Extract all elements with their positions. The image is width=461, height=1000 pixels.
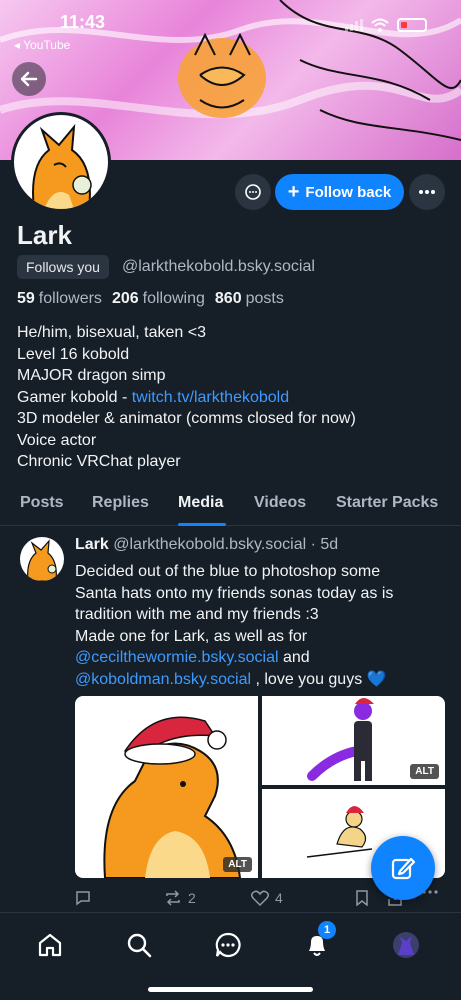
profile-bio: He/him, bisexual, taken <3 Level 16 kobo… <box>17 322 356 473</box>
post-image-main[interactable]: ALT <box>75 696 258 878</box>
active-tab-indicator <box>178 523 226 526</box>
post-text-line: Made one for Lark, as well as for <box>75 627 308 645</box>
repost-icon <box>166 890 180 906</box>
home-indicator <box>148 987 313 992</box>
post-image-top-right[interactable]: ALT <box>262 696 445 785</box>
arrow-left-icon <box>20 71 38 87</box>
like-button[interactable]: 4 <box>251 890 283 906</box>
profile-avatar[interactable] <box>11 112 111 212</box>
mention-link[interactable]: @cecilthewormie.bsky.social <box>75 649 279 666</box>
follow-back-button[interactable]: + Follow back <box>275 174 404 210</box>
following-stat[interactable]: 206 following <box>112 290 205 308</box>
profile-handle: @larkthekobold.bsky.social <box>122 258 315 275</box>
compose-icon <box>391 857 416 880</box>
alt-badge[interactable]: ALT <box>223 857 252 872</box>
bio-line: He/him, bisexual, taken <3 <box>17 324 206 341</box>
post-text-line: @koboldman.bsky.social , love you guys 💙 <box>75 670 387 688</box>
more-options-button[interactable] <box>409 174 445 210</box>
bio-line: Gamer kobold - twitch.tv/larkthekobold <box>17 388 290 406</box>
followers-stat[interactable]: 59 followers <box>17 290 102 308</box>
post-author-avatar[interactable] <box>20 537 64 581</box>
chat-bubble-icon <box>245 184 261 200</box>
back-button[interactable] <box>12 62 46 96</box>
post-text-line: Decided out of the blue to photoshop som… <box>75 563 381 580</box>
post-text-line: Santa hats onto my friends sonas today a… <box>75 584 394 602</box>
plus-icon: + <box>287 181 300 203</box>
bio-line: Chronic VRChat player <box>17 453 181 470</box>
nav-home[interactable] <box>34 929 66 961</box>
mention-link[interactable]: @koboldman.bsky.social <box>75 671 251 688</box>
repost-button[interactable]: 2 <box>164 890 196 906</box>
notification-count-badge: 1 <box>318 921 336 939</box>
nav-search[interactable] <box>123 929 155 961</box>
reply-icon <box>76 891 90 906</box>
tab-posts[interactable]: Posts <box>20 494 64 512</box>
ellipsis-icon <box>419 190 435 194</box>
post-text-line: @cecilthewormie.bsky.social and <box>75 649 310 666</box>
bio-line: Level 16 kobold <box>17 345 130 363</box>
bio-line: MAJOR dragon simp <box>17 367 166 384</box>
bookmark-button[interactable] <box>355 890 369 906</box>
alt-badge[interactable]: ALT <box>410 764 439 779</box>
repost-count: 2 <box>188 890 196 906</box>
follow-back-label: Follow back <box>305 183 392 201</box>
tab-starter-packs[interactable]: Starter Packs <box>336 494 438 512</box>
heart-icon <box>251 890 269 906</box>
tab-videos[interactable]: Videos <box>254 494 306 512</box>
message-button[interactable] <box>235 174 271 210</box>
battery-icon <box>397 18 427 32</box>
status-back-app[interactable]: ◂ YouTube <box>14 38 70 52</box>
reply-button[interactable] <box>75 890 91 906</box>
bio-line: Voice actor <box>17 431 97 449</box>
profile-stats: 59 followers 206 following 860 posts <box>17 290 284 308</box>
follows-you-badge: Follows you <box>17 255 109 279</box>
nav-profile[interactable] <box>390 929 422 961</box>
profile-name: Lark <box>17 220 72 250</box>
status-time: 11:43 <box>60 12 106 32</box>
status-icons <box>345 18 427 32</box>
tab-media[interactable]: Media <box>178 494 223 512</box>
post-author-name[interactable]: Lark <box>75 536 109 553</box>
twitch-link[interactable]: twitch.tv/larkthekobold <box>132 389 289 406</box>
bio-line: 3D modeler & animator (comms closed for … <box>17 410 356 427</box>
bookmark-icon <box>356 890 368 906</box>
posts-stat: 860 posts <box>214 290 284 307</box>
wifi-icon <box>371 18 389 32</box>
chat-bubble-icon <box>215 932 241 958</box>
signal-icon <box>345 19 363 31</box>
home-icon <box>38 933 62 957</box>
post-text-line: tradition with me and my friends :3 <box>75 606 319 623</box>
post-text[interactable]: Decided out of the blue to photoshop som… <box>75 561 450 690</box>
post-age: · 5d <box>310 536 339 553</box>
tab-replies[interactable]: Replies <box>92 494 149 512</box>
avatar <box>393 932 419 958</box>
post-header: Lark @larkthekobold.bsky.social · 5d <box>75 536 338 554</box>
nav-chat[interactable] <box>212 929 244 961</box>
compose-button[interactable] <box>371 836 435 900</box>
like-count: 4 <box>275 890 283 906</box>
search-icon <box>127 933 152 958</box>
profile-tabs: Posts Replies Media Videos Starter Packs <box>0 480 461 526</box>
post-author-handle[interactable]: @larkthekobold.bsky.social <box>113 536 306 553</box>
